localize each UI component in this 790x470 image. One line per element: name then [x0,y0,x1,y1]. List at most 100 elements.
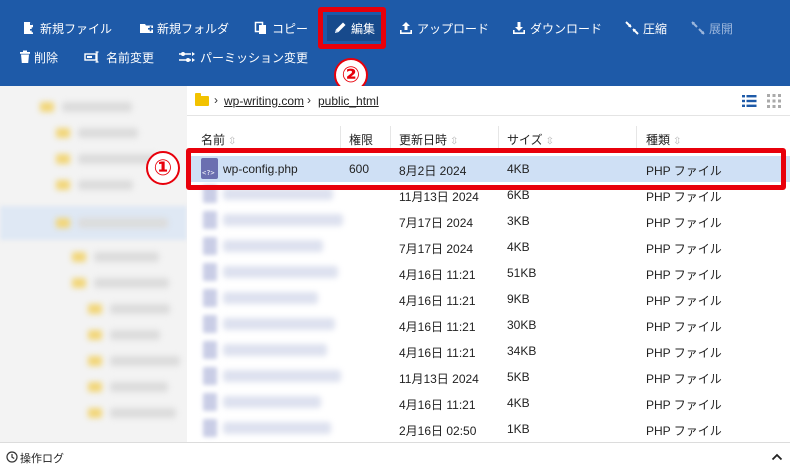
file-modified: 4月16日 11:21 [399,320,476,334]
permission-icon [178,50,196,64]
sidebar-item[interactable] [0,376,187,398]
column-header-size[interactable]: サイズ ⇳ [507,131,554,148]
column-divider[interactable] [636,126,637,148]
download-button[interactable]: ダウンロード [512,17,602,39]
column-divider[interactable] [498,126,499,148]
file-modified: 4月16日 11:21 [399,346,476,360]
table-row[interactable]: 4月16日 11:21 9KB PHP ファイル [187,286,790,312]
new-folder-button[interactable]: 新規フォルダ [139,17,229,39]
list-view-icon[interactable] [740,92,758,110]
breadcrumb-item-domain[interactable]: wp-writing.com [224,94,304,108]
file-size: 6KB [507,188,530,202]
permission-label: パーミッション変更 [200,50,309,65]
sidebar-item[interactable] [0,350,187,372]
file-size: 5KB [507,370,530,384]
grid-view-icon[interactable] [765,92,783,110]
file-type: PHP ファイル [646,190,722,204]
table-row[interactable]: 2月16日 02:50 1KB PHP ファイル [187,416,790,442]
file-modified: 4月16日 11:21 [399,294,476,308]
sidebar-item[interactable] [0,272,187,294]
file-modified: 11月13日 2024 [399,372,479,386]
extract-label: 展開 [709,21,734,36]
copy-button[interactable]: コピー [254,17,308,39]
rename-button[interactable]: 名前変更 [84,46,154,68]
breadcrumb-item-public-html[interactable]: public_html [318,94,379,108]
compress-button[interactable]: 圧縮 [625,17,667,39]
new-folder-label: 新規フォルダ [157,21,230,36]
file-size: 34KB [507,344,537,358]
copy-label: コピー [272,21,309,36]
file-modified: 7月17日 2024 [399,242,474,256]
table-row[interactable]: 4月16日 11:21 4KB PHP ファイル [187,390,790,416]
operation-log-bar[interactable]: 操作ログ [0,442,790,470]
file-modified: 4月16日 11:21 [399,398,476,412]
sidebar-item[interactable] [0,298,187,320]
sidebar-item[interactable] [0,212,187,234]
table-row[interactable]: 4月16日 11:21 34KB PHP ファイル [187,338,790,364]
new-file-button[interactable]: 新規ファイル [22,17,112,39]
column-header-label: 名前 [201,133,226,147]
compress-icon [625,21,639,35]
file-type: PHP ファイル [646,398,722,412]
sort-icon: ⇳ [228,136,237,147]
permission-button[interactable]: パーミッション変更 [178,46,308,68]
delete-button[interactable]: 削除 [20,46,58,68]
column-header-type[interactable]: 種類 ⇳ [646,131,681,148]
new-folder-icon [139,21,153,35]
column-header-label: 権限 [349,133,374,147]
table-row[interactable]: 7月17日 2024 3KB PHP ファイル [187,208,790,234]
new-file-icon [22,21,36,35]
selected-row-highlight-box [186,148,786,190]
file-size: 30KB [507,318,537,332]
breadcrumb-separator: › [307,93,311,107]
file-type: PHP ファイル [646,216,722,230]
file-type: PHP ファイル [646,268,722,282]
trash-icon [20,50,30,64]
file-type: PHP ファイル [646,242,722,256]
upload-label: アップロード [417,21,490,36]
column-divider[interactable] [340,126,341,148]
breadcrumb: › wp-writing.com › public_html [187,86,790,116]
table-row[interactable]: 4月16日 11:21 30KB PHP ファイル [187,312,790,338]
file-type: PHP ファイル [646,372,722,386]
column-header-label: 更新日時 [399,133,448,147]
folder-tree-sidebar [0,86,187,442]
file-type: PHP ファイル [646,320,722,334]
column-header-name[interactable]: 名前 ⇳ [201,131,236,148]
sidebar-item[interactable] [0,246,187,268]
file-size: 4KB [507,396,530,410]
download-label: ダウンロード [530,21,603,36]
file-size: 1KB [507,422,530,436]
compress-label: 圧縮 [643,21,668,36]
file-type: PHP ファイル [646,294,722,308]
extract-button[interactable]: 展開 [691,17,733,39]
column-header-label: サイズ [507,133,543,147]
upload-button[interactable]: アップロード [399,17,489,39]
column-header-modified[interactable]: 更新日時 ⇳ [399,131,458,148]
column-divider[interactable] [390,126,391,148]
column-header-label: 種類 [646,133,671,147]
copy-icon [254,21,268,35]
column-header-permission[interactable]: 権限 [349,131,373,148]
table-row[interactable]: 7月17日 2024 4KB PHP ファイル [187,234,790,260]
file-modified: 4月16日 11:21 [399,268,476,282]
file-modified: 7月17日 2024 [399,216,474,230]
delete-label: 削除 [34,50,59,65]
sidebar-item[interactable] [0,324,187,346]
sort-icon: ⇳ [450,136,459,147]
file-type: PHP ファイル [646,346,722,360]
step-1-marker: ① [146,151,180,185]
extract-icon [691,21,705,35]
sidebar-item[interactable] [0,402,187,424]
file-size: 51KB [507,266,537,280]
operation-log-label: 操作ログ [20,453,64,465]
file-size: 9KB [507,292,530,306]
sidebar-item[interactable] [0,122,187,144]
sort-icon: ⇳ [545,136,555,147]
table-row[interactable]: 4月16日 11:21 51KB PHP ファイル [187,260,790,286]
sidebar-item[interactable] [0,96,187,118]
chevron-up-icon[interactable] [771,452,783,461]
table-row[interactable]: 11月13日 2024 5KB PHP ファイル [187,364,790,390]
rename-label: 名前変更 [106,50,155,65]
clock-icon [6,451,18,463]
